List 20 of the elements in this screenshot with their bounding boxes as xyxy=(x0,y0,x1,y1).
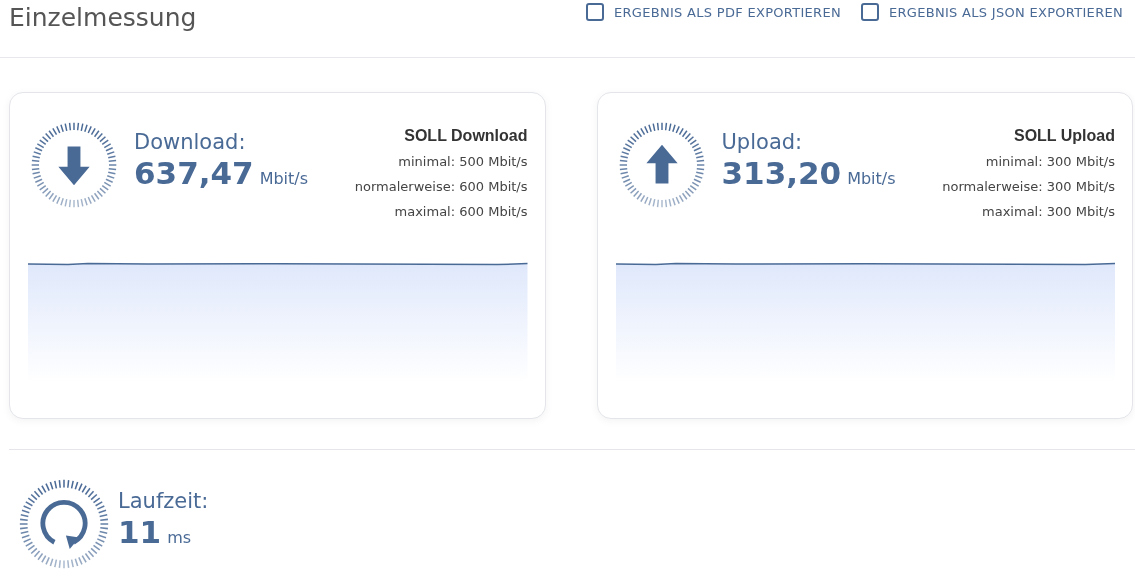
page-title: Einzelmessung xyxy=(9,2,197,30)
target-line: minimal: 500 Mbit/s xyxy=(397,153,528,171)
metric-label: Laufzeit: xyxy=(118,488,209,514)
metric-value: 313,20 xyxy=(721,155,842,191)
target-title: SOLL Upload xyxy=(1012,127,1115,145)
metric-label: Download: xyxy=(134,129,247,155)
target-line: maximal: 300 Mbit/s xyxy=(981,203,1115,221)
target-title: SOLL Download xyxy=(403,127,528,145)
unit-label: Mbit/s xyxy=(847,169,896,188)
metric-value: 11 xyxy=(118,514,162,550)
export-link[interactable]: ERGEBNIS ALS JSON EXPORTIEREN xyxy=(860,3,1123,21)
unit-label: Mbit/s xyxy=(259,169,309,188)
target-line: maximal: 600 Mbit/s xyxy=(393,203,528,221)
unit-label: ms xyxy=(167,528,192,547)
metric-label: Upload: xyxy=(721,129,804,155)
metric-value: 637,47 xyxy=(134,155,254,191)
target-line: normalerweise: 600 Mbit/s xyxy=(354,178,528,196)
target-line: normalerweise: 300 Mbit/s xyxy=(942,178,1115,196)
target-line: minimal: 300 Mbit/s xyxy=(984,153,1115,171)
export-link[interactable]: ERGEBNIS ALS PDF EXPORTIEREN xyxy=(585,3,841,21)
